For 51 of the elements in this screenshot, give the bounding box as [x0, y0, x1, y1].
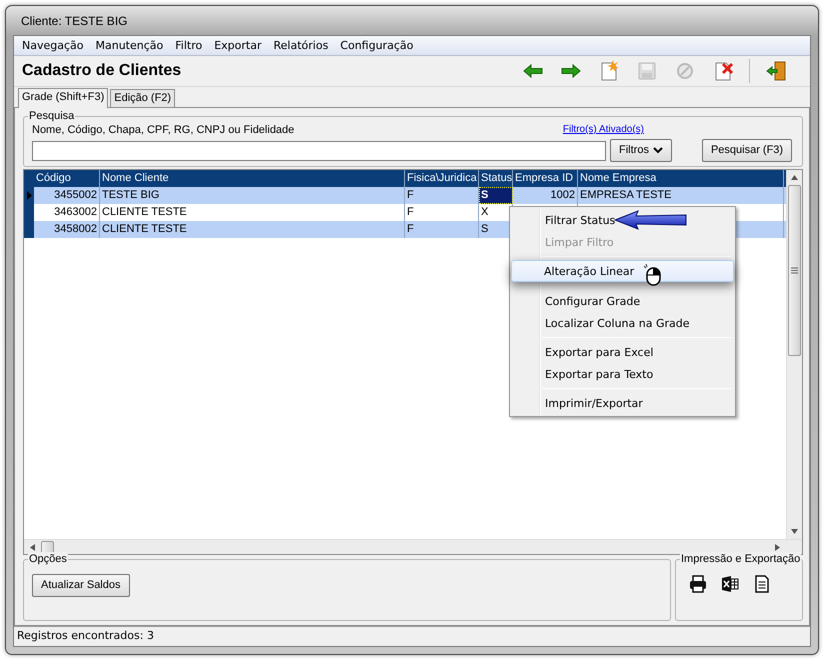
table-cell: CLIENTE TESTE	[100, 221, 405, 238]
table-row[interactable]: 3455002 TESTE BIG F S 1002 EMPRESA TESTE	[24, 187, 786, 204]
menu-item[interactable]: Navegação	[16, 38, 90, 54]
table-cell: F	[405, 221, 479, 238]
scroll-right-icon	[775, 544, 780, 550]
scroll-left-icon	[30, 544, 35, 550]
mouse-icon	[644, 264, 662, 286]
page-title: Cadastro de Clientes	[22, 61, 182, 81]
menu-item[interactable]: Alteração Linear	[511, 260, 734, 282]
table-cell: 3458002	[34, 221, 100, 238]
group-label: Impressão e Exportação	[680, 552, 802, 566]
exit-door-icon	[764, 59, 788, 83]
filters-button[interactable]: Filtros	[610, 139, 672, 162]
chevron-down-icon	[652, 147, 663, 154]
window-title: Cliente: TESTE BIG	[20, 12, 128, 30]
spreadsheet-icon[interactable]	[720, 574, 740, 594]
table-cell: 3455002	[34, 187, 100, 204]
menu-item[interactable]: Exportar	[208, 38, 268, 54]
status-text: Registros encontrados: 3	[14, 626, 810, 646]
exit-door-button[interactable]	[764, 59, 788, 83]
printer-icon[interactable]	[688, 574, 708, 594]
refresh-balances-button[interactable]: Atualizar Saldos	[32, 574, 130, 597]
scroll-up-icon	[791, 175, 798, 180]
field-label: Nome, Código, Chapa, CPF, RG, CNPJ ou Fidelidade	[32, 123, 294, 137]
menu-item[interactable]: Exportar para Texto	[512, 363, 733, 385]
menu-item[interactable]: Exportar para Excel	[512, 341, 733, 363]
menu-item[interactable]: Configurar Grade	[512, 290, 733, 312]
scroll-thumb[interactable]	[41, 540, 54, 554]
menu-item[interactable]: Imprimir/Exportar	[512, 392, 733, 414]
scroll-down-icon	[791, 529, 798, 534]
grip-icon	[791, 266, 798, 274]
vertical-scrollbar[interactable]	[786, 170, 802, 539]
tab[interactable]: Grade (Shift+F3)	[18, 88, 108, 108]
horizontal-scrollbar[interactable]	[24, 539, 802, 554]
menu-item[interactable]: Manutenção	[90, 38, 170, 54]
scroll-thumb[interactable]	[788, 185, 801, 356]
table-cell: TESTE BIG	[100, 187, 405, 204]
menu-item[interactable]: Localizar Coluna na Grade	[512, 312, 733, 334]
group-label: Pesquisa	[28, 109, 76, 123]
table-cell: 1002	[513, 187, 578, 204]
search-field[interactable]	[32, 140, 606, 160]
menu-item[interactable]: Filtro	[169, 38, 208, 54]
tab[interactable]: Edição (F2)	[110, 89, 176, 107]
filter-link[interactable]: Filtro(s) Ativado(s)	[562, 123, 644, 137]
group-label: Opções	[28, 552, 68, 566]
table-cell: S	[479, 187, 513, 204]
current-row-icon	[26, 191, 32, 200]
search-button[interactable]: Pesquisar (F3)	[702, 139, 792, 162]
table-cell: EMPRESA TESTE	[578, 187, 784, 204]
menu-item[interactable]: Configuração	[334, 38, 420, 54]
menu-item[interactable]: Relatórios	[268, 38, 334, 54]
